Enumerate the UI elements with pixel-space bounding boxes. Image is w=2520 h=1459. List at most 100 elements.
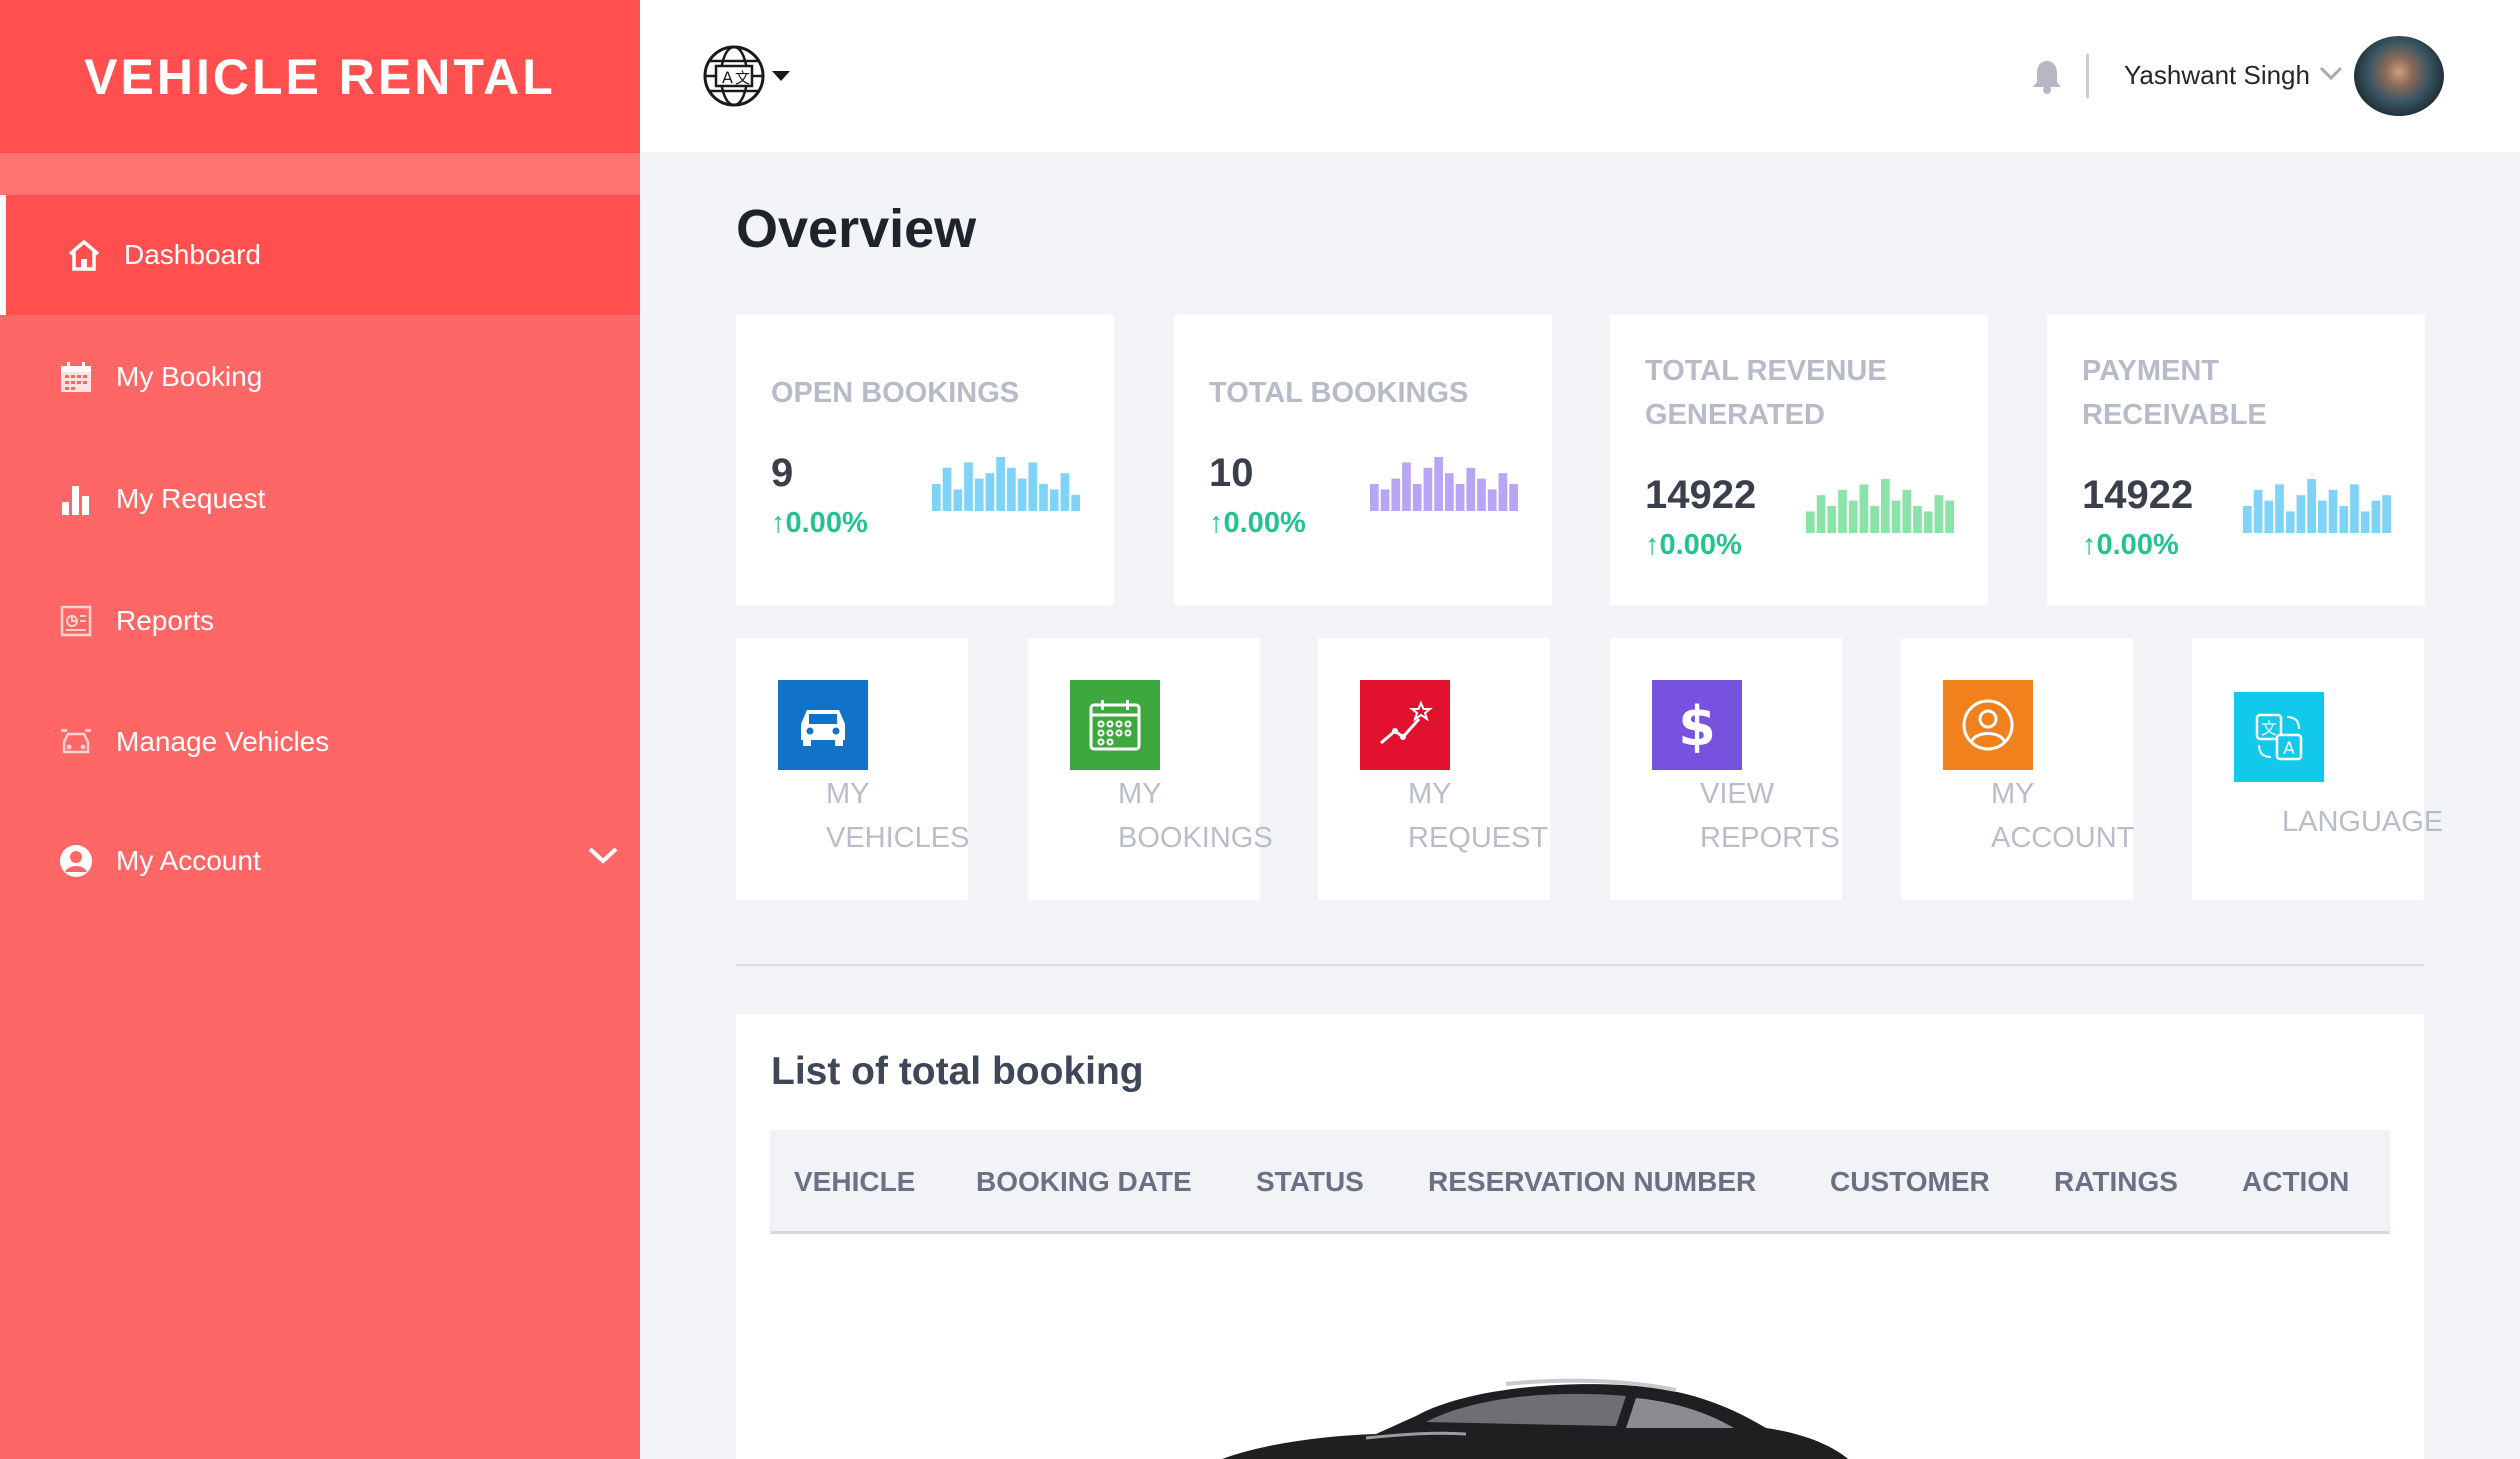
column-header-vehicle[interactable]: VEHICLE xyxy=(794,1166,915,1198)
stat-change: ↑0.00% xyxy=(771,507,868,539)
car-icon xyxy=(778,680,868,770)
column-header-reservation-number[interactable]: RESERVATION NUMBER xyxy=(1428,1166,1756,1198)
tile-view-reports[interactable]: $ VIEW REPORTS xyxy=(1610,638,1842,900)
sparkline-bar xyxy=(1816,495,1826,533)
sparkline-bar xyxy=(974,478,984,511)
table-header: VEHICLE BOOKING DATE STATUS RESERVATION … xyxy=(770,1130,2390,1234)
tile-my-request[interactable]: MY REQUEST xyxy=(1318,638,1550,900)
sparkline-bar xyxy=(1923,511,1933,533)
svg-text:文: 文 xyxy=(735,69,750,87)
chevron-down-icon[interactable] xyxy=(2318,64,2344,87)
tile-label: MY VEHICLES xyxy=(826,778,970,854)
sparkline-bar xyxy=(1402,462,1411,511)
sidebar-item-my-account[interactable]: My Account xyxy=(0,801,640,921)
sparkline-bar xyxy=(1498,473,1508,511)
avatar[interactable] xyxy=(2354,36,2444,116)
column-header-booking-date[interactable]: BOOKING DATE xyxy=(976,1166,1192,1198)
sparkline-bar xyxy=(2275,484,2284,533)
sparkline-bar xyxy=(2350,484,2359,533)
sparkline-bar xyxy=(1071,494,1080,511)
language-switcher[interactable]: A文 xyxy=(702,44,792,113)
sparkline-bar xyxy=(1945,500,1954,533)
sparkline-bar xyxy=(1060,473,1070,511)
brand-header: VEHICLE RENTAL xyxy=(0,0,640,153)
tile-label: MY ACCOUNT xyxy=(1991,778,2135,854)
stat-card-open-bookings: OPEN BOOKINGS 9 ↑0.00% xyxy=(736,315,1114,605)
stat-value: 10 xyxy=(1209,451,1254,495)
stat-change: ↑0.00% xyxy=(1645,529,1742,561)
sidebar-item-my-request[interactable]: My Request xyxy=(0,439,640,559)
sparkline-bar xyxy=(2285,511,2295,533)
sidebar-item-label: My Request xyxy=(116,483,266,514)
sidebar-item-my-booking[interactable]: My Booking xyxy=(0,317,640,437)
tile-my-bookings[interactable]: MY BOOKINGS xyxy=(1028,638,1273,900)
sidebar-item-label: Manage Vehicles xyxy=(116,726,330,757)
user-name[interactable]: Yashwant Singh xyxy=(2124,60,2310,91)
sparkline-bar xyxy=(1017,478,1027,511)
sparkline-bar xyxy=(1007,467,1016,511)
sparkline-bar xyxy=(1412,484,1422,511)
sparkline-bar xyxy=(1466,467,1476,511)
sparkline-chart xyxy=(932,457,1080,511)
booking-list-card: List of total booking VEHICLE BOOKING DA… xyxy=(736,1014,2424,1459)
sparkline-bar xyxy=(1902,489,1912,533)
account-icon xyxy=(1943,680,2033,770)
sparkline-chart xyxy=(1370,457,1518,511)
sparkline-bar xyxy=(996,457,1005,511)
column-header-customer[interactable]: CUSTOMER xyxy=(1830,1166,1990,1198)
stat-change: ↑0.00% xyxy=(1209,507,1306,539)
sparkline-bar xyxy=(2328,489,2338,533)
stat-title: TOTAL REVENUE GENERATED xyxy=(1645,355,1887,431)
sparkline-bar xyxy=(1028,462,1038,511)
sparkline-bar xyxy=(1039,484,1048,511)
sparkline-bar xyxy=(1380,489,1390,511)
sparkline-bar xyxy=(985,473,995,511)
sidebar-item-label: Reports xyxy=(116,605,215,636)
sparkline-bar xyxy=(2360,511,2370,533)
column-header-ratings[interactable]: RATINGS xyxy=(2054,1166,2178,1198)
sparkline-bar xyxy=(2318,500,2327,533)
sparkline-bar xyxy=(942,467,952,511)
sparkline-bar xyxy=(2253,489,2263,533)
sparkline-bar xyxy=(1049,489,1059,511)
sidebar-item-reports[interactable]: Reports xyxy=(0,561,640,681)
sparkline-chart xyxy=(1806,479,1954,533)
sparkline-bar xyxy=(1859,484,1869,533)
top-bar: A文 Yashwant Singh xyxy=(640,0,2520,152)
sidebar-item-manage-vehicles[interactable]: Manage Vehicles xyxy=(0,682,640,802)
sparkline-bar xyxy=(2264,500,2274,533)
stat-card-total-revenue: TOTAL REVENUE GENERATED 14922 ↑0.00% xyxy=(1610,315,1988,605)
column-header-status[interactable]: STATUS xyxy=(1256,1166,1364,1198)
stat-title: TOTAL BOOKINGS xyxy=(1209,377,1469,409)
booking-list-title: List of total booking xyxy=(771,1050,1144,1093)
sparkline-bar xyxy=(1445,473,1454,511)
sidebar-divider-strip xyxy=(0,153,640,195)
tile-my-account[interactable]: MY ACCOUNT xyxy=(1901,638,2135,900)
tile-label: LANGUAGE xyxy=(2282,806,2444,838)
header-separator xyxy=(2086,54,2089,98)
sparkline-bar xyxy=(932,484,941,511)
arrow-up-icon: ↑ xyxy=(1209,507,1224,539)
sidebar-item-dashboard[interactable]: Dashboard xyxy=(0,195,640,315)
sparkline-bar xyxy=(1423,467,1433,511)
sparkline-chart xyxy=(2243,479,2391,533)
stat-value: 9 xyxy=(771,451,794,495)
translate-globe-icon: A文 xyxy=(702,44,766,113)
sparkline-bar xyxy=(1455,484,1465,511)
sidebar-item-label: Dashboard xyxy=(124,239,261,270)
sidebar: VEHICLE RENTAL Dashboard My Booking My R… xyxy=(0,0,640,1459)
arrow-up-icon: ↑ xyxy=(771,507,786,539)
sparkline-bar xyxy=(1881,479,1890,533)
sparkline-bar xyxy=(1509,484,1518,511)
caret-down-icon xyxy=(770,69,792,88)
page-title: Overview xyxy=(736,199,977,259)
bell-icon[interactable] xyxy=(2030,58,2064,99)
sidebar-item-label: My Account xyxy=(116,845,261,876)
stat-value: 14922 xyxy=(2082,473,2194,517)
tile-label: MY REQUEST xyxy=(1408,778,1549,854)
tile-my-vehicles[interactable]: MY VEHICLES xyxy=(736,638,970,900)
section-divider xyxy=(736,964,2424,966)
brand-name: VEHICLE RENTAL xyxy=(84,48,556,105)
column-header-action[interactable]: ACTION xyxy=(2242,1166,2349,1198)
tile-language[interactable]: 文A LANGUAGE xyxy=(2192,638,2443,900)
